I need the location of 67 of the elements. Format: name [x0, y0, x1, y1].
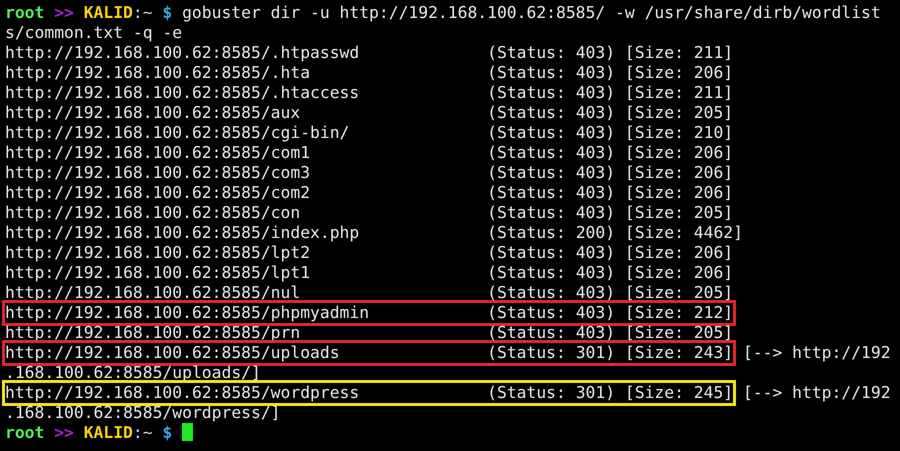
response-size: [Size: 206] — [624, 243, 734, 262]
status-code: (Status: 403) — [487, 143, 616, 163]
status-code: (Status: 403) — [487, 83, 616, 103]
prompt-separator: >> — [54, 423, 74, 442]
status-code: (Status: 403) — [487, 283, 616, 303]
result-url: http://192.168.100.62:8585/.hta — [5, 63, 312, 83]
status-code: (Status: 403) — [487, 243, 616, 263]
redirect-target: [--> http://192 — [742, 383, 891, 402]
response-size: [Size: 206] — [624, 263, 734, 282]
result-url: http://192.168.100.62:8585/uploads — [5, 343, 341, 363]
redirect-target: .168.100.62:8585/wordpress/] — [5, 403, 281, 422]
response-size: [Size: 205] — [624, 203, 734, 222]
response-size: [Size: 243] — [624, 343, 734, 362]
response-size: [Size: 206] — [624, 183, 734, 202]
status-code: (Status: 403) — [487, 203, 616, 223]
status-code: (Status: 403) — [487, 303, 616, 323]
command-text: s/common.txt -q -e — [5, 23, 182, 42]
command-text: gobuster dir -u http://192.168.100.62:8585/ -w /usr/share/dirb/wordlist — [182, 3, 881, 22]
result-url: http://192.168.100.62:8585/.htaccess — [5, 83, 360, 103]
response-size: [Size: 206] — [624, 143, 734, 162]
response-size: [Size: 211] — [624, 43, 734, 62]
result-url: http://192.168.100.62:8585/con — [5, 203, 302, 223]
response-size: [Size: 212] — [624, 303, 734, 322]
result-url: http://192.168.100.62:8585/com2 — [5, 183, 312, 203]
prompt-path: :~ — [132, 423, 153, 442]
status-code: (Status: 301) — [487, 343, 616, 363]
response-size: [Size: 205] — [624, 323, 734, 342]
result-url: http://192.168.100.62:8585/lpt1 — [5, 263, 312, 283]
result-url: http://192.168.100.62:8585/lpt2 — [5, 243, 312, 263]
status-code: (Status: 403) — [487, 263, 616, 283]
result-url: http://192.168.100.62:8585/com1 — [5, 143, 312, 163]
status-code: (Status: 403) — [487, 323, 616, 343]
prompt-user: root — [5, 423, 44, 442]
response-size: [Size: 4462] — [624, 223, 743, 242]
response-size: [Size: 211] — [624, 83, 734, 102]
prompt-user: root — [5, 3, 44, 22]
result-url: http://192.168.100.62:8585/prn — [5, 323, 302, 343]
result-url: http://192.168.100.62:8585/aux — [5, 103, 302, 123]
result-url: http://192.168.100.62:8585/com3 — [5, 163, 312, 183]
result-url: http://192.168.100.62:8585/.htpasswd — [5, 43, 360, 63]
response-size: [Size: 206] — [624, 163, 734, 182]
status-code: (Status: 403) — [487, 163, 616, 183]
response-size: [Size: 210] — [624, 123, 734, 142]
response-size: [Size: 245] — [624, 383, 734, 402]
status-code: (Status: 200) — [487, 223, 616, 243]
status-code: (Status: 403) — [487, 103, 616, 123]
response-size: [Size: 205] — [624, 283, 734, 302]
status-code: (Status: 301) — [487, 383, 616, 403]
status-code: (Status: 403) — [487, 63, 616, 83]
status-code: (Status: 403) — [487, 183, 616, 203]
result-url: http://192.168.100.62:8585/cgi-bin/ — [5, 123, 350, 143]
response-size: [Size: 206] — [624, 63, 734, 82]
response-size: [Size: 205] — [624, 103, 734, 122]
prompt-host: KALID — [84, 423, 133, 442]
redirect-target: [--> http://192 — [742, 343, 891, 362]
prompt-host: KALID — [84, 3, 133, 22]
result-url: http://192.168.100.62:8585/index.php — [5, 223, 360, 243]
redirect-target: .168.100.62:8585/uploads/] — [5, 363, 261, 382]
prompt-symbol: $ — [162, 423, 172, 442]
prompt-path: :~ — [132, 3, 153, 22]
status-code: (Status: 403) — [487, 123, 616, 143]
result-url: http://192.168.100.62:8585/wordpress — [5, 383, 360, 403]
prompt-separator: >> — [54, 3, 74, 22]
result-url: http://192.168.100.62:8585/phpmyadmin — [5, 303, 370, 323]
result-url: http://192.168.100.62:8585/nul — [5, 283, 302, 303]
status-code: (Status: 403) — [487, 43, 616, 63]
prompt-symbol: $ — [162, 3, 172, 22]
